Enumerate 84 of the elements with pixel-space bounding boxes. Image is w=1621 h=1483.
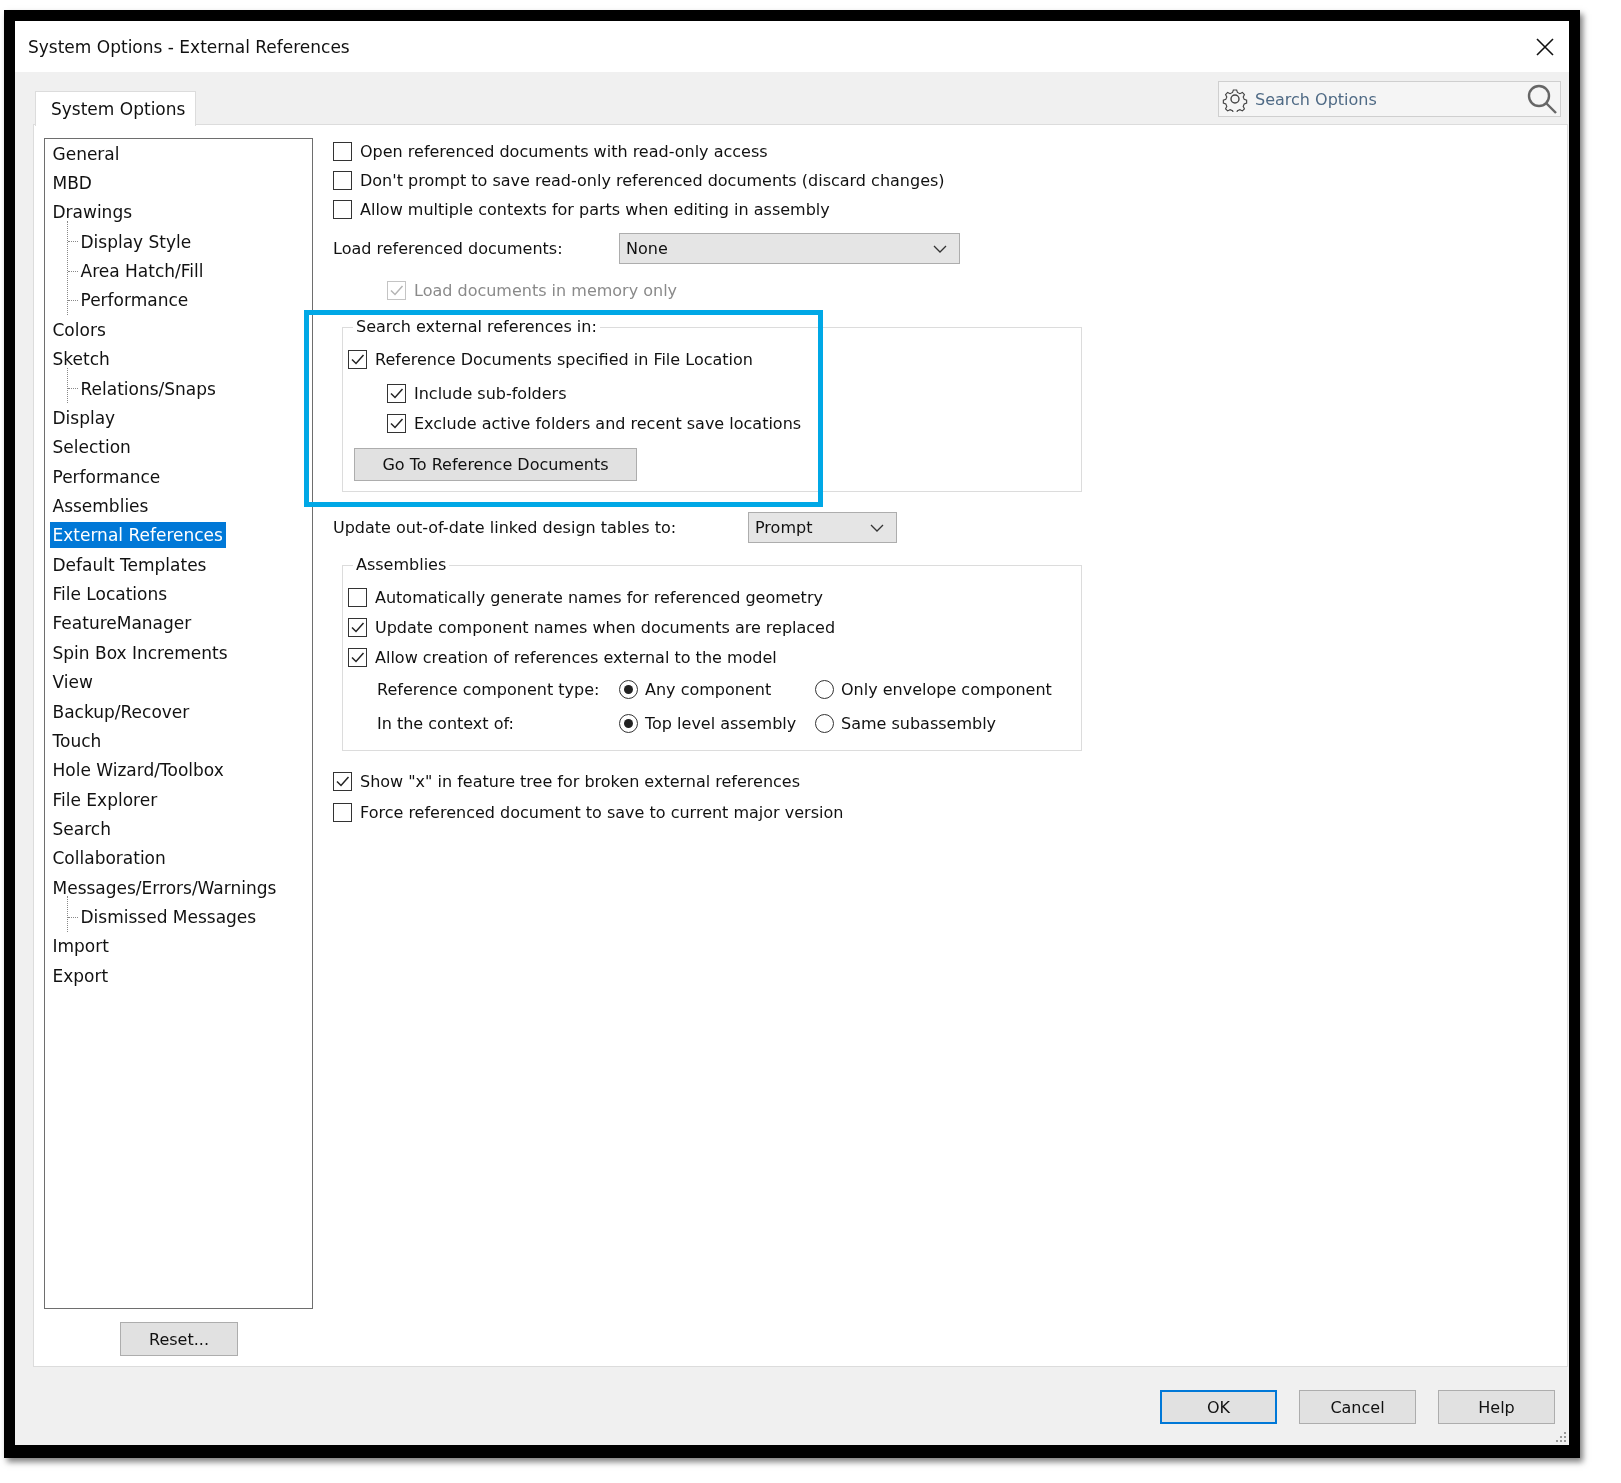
tree-item[interactable]: View: [49, 669, 96, 696]
tree-item[interactable]: Area Hatch/Fill: [77, 258, 207, 285]
window-title: System Options - External References: [28, 36, 350, 57]
dialog-button[interactable]: Help: [1438, 1390, 1555, 1424]
chevron-down-icon: [933, 244, 947, 253]
checkbox-label: Reference Documents specified in File Location: [375, 349, 753, 369]
radio-label: Same subassembly: [841, 713, 997, 733]
tree-item[interactable]: Drawings: [49, 199, 136, 226]
checkbox-label: Automatically generate names for referenced geometry: [375, 587, 823, 607]
radio-button[interactable]: [619, 713, 638, 733]
radio-button[interactable]: [619, 679, 638, 699]
tree-item[interactable]: General: [49, 140, 123, 167]
close-button[interactable]: [1535, 36, 1555, 57]
tree-item[interactable]: Collaboration: [49, 845, 169, 872]
dropdown[interactable]: Prompt: [748, 512, 897, 543]
tree-item[interactable]: Default Templates: [49, 551, 210, 578]
tree-item[interactable]: Display: [49, 404, 119, 431]
checkbox[interactable]: [387, 413, 406, 433]
field-label: Load referenced documents:: [333, 239, 564, 258]
radio-label: Only envelope component: [841, 679, 1052, 699]
tab[interactable]: System Options: [35, 91, 197, 126]
checkbox[interactable]: [333, 802, 352, 822]
dropdown-value: Prompt: [755, 518, 813, 537]
checkbox-label: Open referenced documents with read-only access: [360, 142, 768, 161]
tree-item[interactable]: Backup/Recover: [49, 698, 193, 725]
group-title: Search external references in:: [355, 317, 598, 337]
tree-item[interactable]: FeatureManager: [49, 610, 195, 637]
go-to-button[interactable]: Go To Reference Documents: [354, 448, 637, 481]
checkbox[interactable]: [387, 383, 406, 403]
field-label: In the context of:: [377, 713, 515, 733]
tree-item[interactable]: File Locations: [49, 581, 171, 608]
tree-item[interactable]: MBD: [49, 170, 95, 197]
tree-item[interactable]: Display Style: [77, 228, 195, 255]
checkbox[interactable]: [333, 772, 352, 791]
checkbox[interactable]: [348, 349, 367, 369]
tree-item[interactable]: Export: [49, 962, 112, 989]
tree-item[interactable]: Performance: [77, 287, 192, 314]
search-field[interactable]: Search Options: [1218, 81, 1561, 117]
radio-label: Top level assembly: [645, 713, 797, 733]
tree-item[interactable]: Spin Box Increments: [49, 639, 231, 666]
dialog-button[interactable]: OK: [1160, 1390, 1277, 1424]
tree-item[interactable]: Performance: [49, 463, 164, 490]
radio-button[interactable]: [815, 713, 834, 733]
field-label: Update out-of-date linked design tables to:: [333, 518, 678, 537]
checkbox[interactable]: [348, 617, 367, 637]
tree-item[interactable]: Messages/Errors/Warnings: [49, 874, 280, 901]
tree-item[interactable]: Relations/Snaps: [77, 375, 219, 402]
checkbox-label: Exclude active folders and recent save locations: [414, 413, 802, 433]
dropdown-value: None: [626, 239, 668, 258]
resize-grip-icon: [1555, 1431, 1567, 1443]
tree-item[interactable]: File Explorer: [49, 786, 161, 813]
close-icon: [1535, 36, 1555, 57]
checkbox[interactable]: [333, 171, 352, 190]
tree-item[interactable]: Touch: [49, 727, 105, 754]
checkbox[interactable]: [333, 142, 352, 161]
checkbox-label: Allow creation of references external to the model: [375, 647, 777, 667]
tree-item[interactable]: Search: [49, 815, 114, 842]
group-title: Assemblies: [355, 555, 448, 575]
tree-item[interactable]: Colors: [49, 316, 109, 343]
checkbox-label: Show "x" in feature tree for broken external references: [360, 772, 800, 791]
tree-item[interactable]: Sketch: [49, 346, 113, 373]
tree-item[interactable]: Selection: [49, 434, 134, 461]
reset-button[interactable]: Reset...: [120, 1322, 238, 1356]
field-label: Reference component type:: [377, 679, 601, 699]
chevron-down-icon: [870, 523, 884, 532]
checkbox[interactable]: [333, 200, 352, 219]
checkbox[interactable]: [348, 647, 367, 667]
tree-item[interactable]: Dismissed Messages: [77, 904, 260, 930]
dropdown[interactable]: None: [619, 233, 960, 264]
checkbox-label: Load documents in memory only: [414, 281, 678, 300]
checkbox-label: Force referenced document to save to current major version: [360, 802, 844, 822]
radio-label: Any component: [645, 679, 772, 699]
tree-item[interactable]: Assemblies: [49, 493, 152, 519]
dialog-button[interactable]: Cancel: [1299, 1390, 1416, 1424]
checkbox-label: Allow multiple contexts for parts when editing in assembly: [360, 200, 830, 219]
tree-item[interactable]: External References: [49, 522, 226, 549]
checkbox[interactable]: [348, 587, 367, 607]
checkbox-label: Update component names when documents are replaced: [375, 617, 836, 637]
radio-button[interactable]: [815, 679, 834, 699]
tree-item[interactable]: Import: [49, 933, 112, 960]
checkbox-label: Include sub-folders: [414, 383, 567, 403]
checkbox-label: Don't prompt to save read-only referenced documents (discard changes): [360, 171, 945, 190]
search-icon: [1526, 83, 1558, 115]
tree-item[interactable]: Hole Wizard/Toolbox: [49, 757, 227, 784]
